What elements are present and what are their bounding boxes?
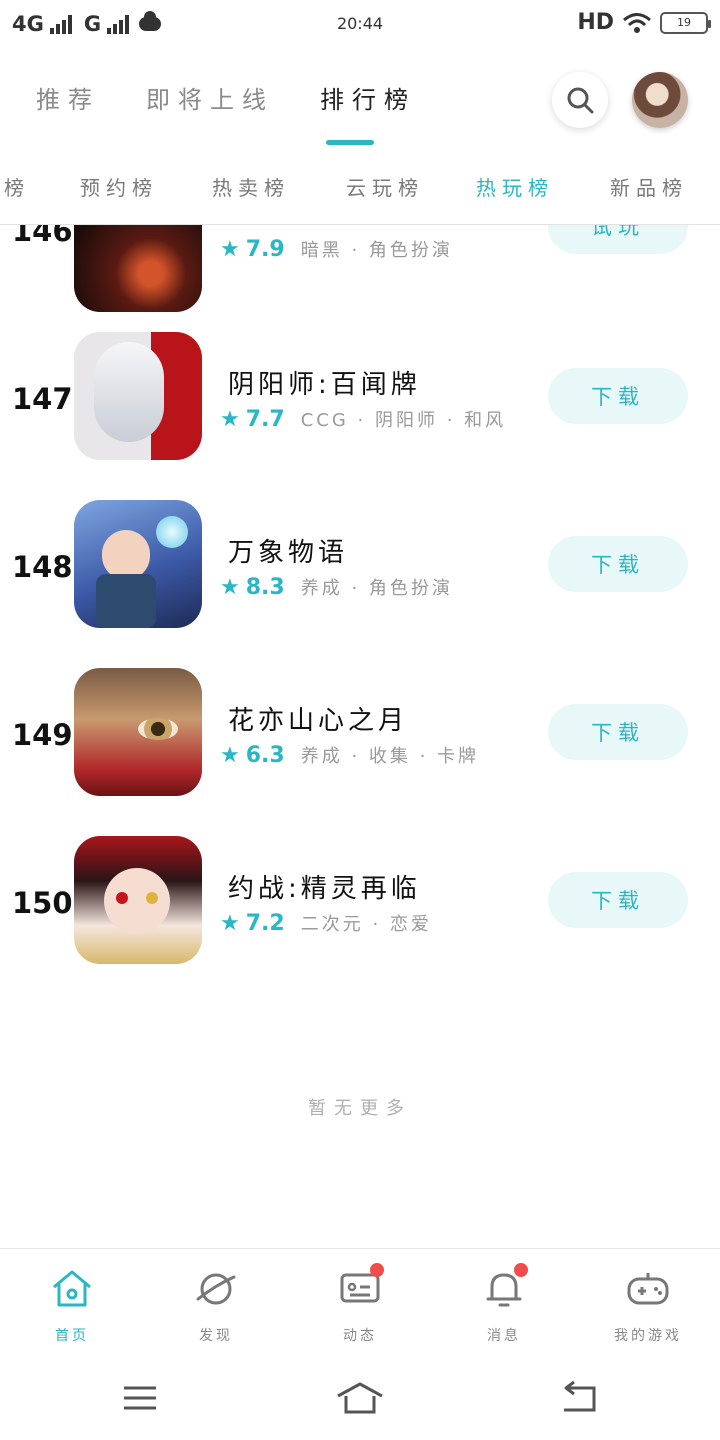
star-icon: ★ <box>220 236 240 262</box>
search-icon <box>567 87 594 114</box>
game-name: 万象物语 <box>228 538 349 568</box>
list-item[interactable]: 150 约战:精灵再临 ★ 7.2 二次元 · 恋爱 下载 <box>0 836 720 1004</box>
nav-messages-label: 消息 <box>487 1328 521 1344</box>
star-icon: ★ <box>220 742 240 768</box>
wifi-icon <box>623 12 651 33</box>
game-meta: ★ 7.9 暗黑 · 角色扮演 <box>220 236 453 262</box>
game-cover[interactable] <box>74 668 202 796</box>
game-score: 6.3 <box>245 742 285 768</box>
status-right: HD 19 <box>577 10 711 35</box>
nav-discover[interactable]: 发现 <box>166 1267 266 1345</box>
notification-badge <box>514 1263 528 1277</box>
game-tags: 养成 · 收集 · 卡牌 <box>300 746 480 767</box>
home-nav-icon[interactable] <box>336 1380 384 1416</box>
game-tags: CCG · 阴阳师 · 和风 <box>300 410 507 431</box>
game-cover[interactable] <box>74 225 202 312</box>
status-bar: 4G G 20:44 HD 19 <box>0 0 720 52</box>
game-score: 7.2 <box>245 910 285 936</box>
nav-feed-label: 动态 <box>343 1328 377 1344</box>
game-score: 8.3 <box>245 574 285 600</box>
notification-badge <box>370 1263 384 1277</box>
nav-feed[interactable]: 动态 <box>310 1263 410 1345</box>
search-button[interactable] <box>552 72 608 128</box>
list-item[interactable]: 146 ★ 7.9 暗黑 · 角色扮演 试玩 <box>0 225 720 332</box>
user-avatar[interactable] <box>632 72 688 128</box>
list-item[interactable]: 149 花亦山心之月 ★ 6.3 养成 · 收集 · 卡牌 下载 <box>0 668 720 836</box>
download-button[interactable]: 下载 <box>548 704 688 760</box>
subtab-bestseller[interactable]: 热卖榜 <box>212 172 290 201</box>
subtab-cloud-play[interactable]: 云玩榜 <box>346 172 424 201</box>
top-tabs: 推荐 即将上线 排行榜 <box>36 80 416 115</box>
system-nav <box>0 1360 720 1440</box>
bottom-nav: 首页 发现 动态 消息 我的游戏 <box>0 1248 720 1350</box>
game-tags: 二次元 · 恋爱 <box>300 914 432 935</box>
active-tab-indicator <box>326 140 374 145</box>
battery-level: 19 <box>677 16 691 29</box>
game-name: 阴阳师:百闻牌 <box>228 370 421 400</box>
no-more-text: 暂无更多 <box>308 1098 412 1119</box>
game-score: 7.7 <box>245 406 285 432</box>
download-button[interactable]: 下载 <box>548 872 688 928</box>
subtab-partial[interactable]: 榜 <box>4 172 30 201</box>
game-name: 约战:精灵再临 <box>228 874 421 904</box>
list-item[interactable]: 148 万象物语 ★ 8.3 养成 · 角色扮演 下载 <box>0 500 720 668</box>
rank-number: 147 <box>12 382 73 416</box>
game-cover[interactable] <box>74 836 202 964</box>
tab-upcoming[interactable]: 即将上线 <box>146 80 274 115</box>
home-icon <box>53 1270 91 1307</box>
tab-rankings[interactable]: 排行榜 <box>320 80 416 115</box>
trial-button[interactable]: 试玩 <box>548 225 688 254</box>
back-icon[interactable] <box>560 1380 598 1416</box>
download-button[interactable]: 下载 <box>548 536 688 592</box>
nav-home-label: 首页 <box>55 1328 89 1344</box>
game-tags: 养成 · 角色扮演 <box>300 578 453 599</box>
rank-number: 148 <box>12 550 73 584</box>
rank-number: 149 <box>12 718 73 752</box>
subtab-hot-play[interactable]: 热玩榜 <box>476 172 554 201</box>
subtab-new[interactable]: 新品榜 <box>610 172 688 201</box>
list-item[interactable]: 147 阴阳师:百闻牌 ★ 7.7 CCG · 阴阳师 · 和风 下载 <box>0 332 720 500</box>
game-meta: ★ 8.3 养成 · 角色扮演 <box>220 574 453 600</box>
game-cover[interactable] <box>74 500 202 628</box>
gamepad-icon <box>627 1273 669 1305</box>
game-meta: ★ 6.3 养成 · 收集 · 卡牌 <box>220 742 479 768</box>
nav-messages[interactable]: 消息 <box>454 1263 554 1345</box>
menu-icon[interactable] <box>122 1380 158 1416</box>
game-cover[interactable] <box>74 332 202 460</box>
rank-number: 150 <box>12 886 73 920</box>
download-button[interactable]: 下载 <box>548 368 688 424</box>
star-icon: ★ <box>220 574 240 600</box>
planet-icon <box>196 1273 236 1305</box>
sub-tabs: 榜 预约榜 热卖榜 云玩榜 热玩榜 新品榜 <box>0 168 720 204</box>
tab-recommend[interactable]: 推荐 <box>36 80 100 115</box>
hd-label: HD <box>577 10 614 35</box>
game-meta: ★ 7.2 二次元 · 恋爱 <box>220 910 432 936</box>
nav-my-games[interactable]: 我的游戏 <box>598 1267 698 1345</box>
nav-my-games-label: 我的游戏 <box>614 1328 682 1344</box>
game-name: 花亦山心之月 <box>228 706 409 736</box>
game-score: 7.9 <box>245 236 285 262</box>
star-icon: ★ <box>220 910 240 936</box>
rank-number: 146 <box>12 225 73 248</box>
game-tags: 暗黑 · 角色扮演 <box>300 240 453 261</box>
nav-home[interactable]: 首页 <box>22 1267 122 1345</box>
battery-icon: 19 <box>660 11 711 34</box>
game-meta: ★ 7.7 CCG · 阴阳师 · 和风 <box>220 406 506 432</box>
nav-discover-label: 发现 <box>199 1328 233 1344</box>
star-icon: ★ <box>220 406 240 432</box>
subtab-reservation[interactable]: 预约榜 <box>80 172 158 201</box>
